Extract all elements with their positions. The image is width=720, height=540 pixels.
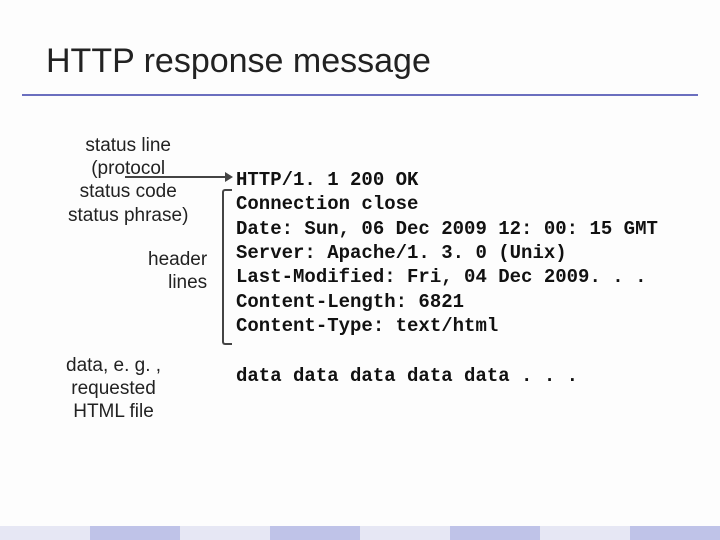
footer-accent-strip [0,526,720,540]
header-line: Content-Length: 6821 [236,291,464,313]
header-line: Server: Apache/1. 3. 0 (Unix) [236,242,567,264]
pointer-status-line [125,176,231,178]
http-response-block: HTTP/1. 1 200 OK Connection close Date: … [236,168,658,338]
bracket-header-lines [222,189,232,345]
title-underline [22,94,698,96]
label-data-body: data, e. g. , requested HTML file [66,354,161,424]
slide-title: HTTP response message [46,42,431,81]
http-body-text: data data data data data . . . [236,364,578,388]
label-header-lines: header lines [148,248,207,294]
header-line: Date: Sun, 06 Dec 2009 12: 00: 15 GMT [236,218,658,240]
header-line: Content-Type: text/html [236,315,498,337]
label-status-line: status line (protocol status code status… [68,134,188,227]
header-line: Last-Modified: Fri, 04 Dec 2009. . . [236,266,646,288]
status-line-text: HTTP/1. 1 200 OK [236,169,418,191]
header-line: Connection close [236,193,418,215]
